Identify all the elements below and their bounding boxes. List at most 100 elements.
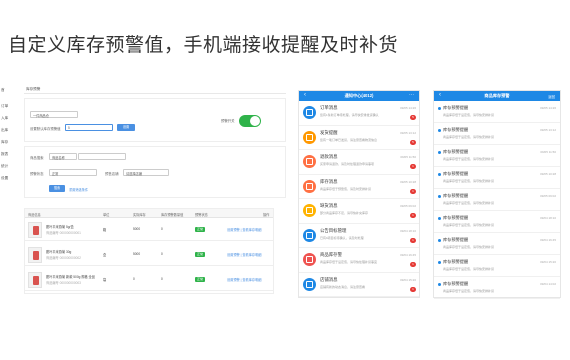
unit: 箱 [103,228,107,232]
message-time: 09/05 13:12 [400,130,416,135]
warning-item[interactable]: 库存预警提醒 商品库存低于设定值，请尽快安排补货 09/04 15:20 [434,255,560,277]
phone-notification-center: ‹ 通知中心(4012) ··· 订单消息 您有1条新订单待处理，请尽快安排发货确… [298,90,420,298]
message-title: 商品库存警 [320,252,342,257]
status-select[interactable]: 正常 [49,169,97,176]
message-item[interactable]: 公告目标管理 已有9项目标待确认，请及时处理 09/04 18:10 1 [299,224,419,248]
message-type-icon [303,130,316,144]
warning-item[interactable]: 库存预警提醒商品库存低于设定值，请尽快安排补货 09/04 16:45 [434,233,560,255]
table-row: 脱叶平米燕菊 新款 500g 规格 全品 商品编号 000000000003 袋… [25,269,273,291]
nav-item[interactable]: 库存 [1,140,8,145]
phone1-header: ‹ 通知中心(4012) ··· [299,91,419,101]
message-time: 09/04 16:45 [400,253,416,257]
nav-item[interactable]: 报表 [1,152,8,157]
nav-item[interactable]: 出库 [1,128,8,133]
warning-time: 09/05 10:28 [540,172,556,176]
message-item[interactable]: 缺货消息 部分商品库存不足，请尽快补充库存 09/05 09:02 1 [299,199,419,224]
product-name: 脱叶平米燕菊 5g/盒 [46,225,74,229]
message-type-icon [303,253,316,266]
message-time: 09/05 09:02 [400,204,416,208]
phone1-title: 通知中心(4012) [344,93,374,98]
th-ops: 操作 [263,213,270,217]
warning-title: 库存预警提醒 [443,171,469,176]
message-item[interactable]: 订单消息 您有1条新订单待处理，请尽快安排发货确认 09/05 14:26 5 [299,101,419,126]
warning-item[interactable]: 库存预警提醒 商品库存低于设定值，请尽快安排补货 09/05 13:12 [434,123,560,145]
warn-qty: 0 [161,277,163,281]
nav-item[interactable]: 入库 [1,116,8,121]
confirm-button[interactable]: 设置 [117,124,135,131]
warn-toggle[interactable] [239,115,261,127]
warning-title: 库存预警提醒 [443,215,469,220]
message-title: 缺货消息 [320,203,338,208]
more-icon[interactable]: ··· [409,92,414,98]
message-item[interactable]: 退款消息 买家申请退款，请及时处理退款申请事项 09/05 11:50 1 [299,150,419,175]
product-code: 商品编号 000000000002 [46,256,81,260]
warn-qty: 0 [161,252,163,256]
th-status: 预警状态 [195,213,208,217]
phone-stock-warning: ‹ 商品库存预警 返回 库存预警提醒 商品库存低于设定值，请尽快安排补货 09/05… [433,90,561,299]
filter-card: 商品搜索 商品名称 预警状态 正常 预售店铺 请选择店铺 搜索 重置筛选条件 [24,146,286,198]
warning-text: 商品库存低于设定值，请尽快安排补货 [443,245,495,249]
scope-select[interactable]: 一件商品仓 [30,111,78,118]
message-item[interactable]: 店铺消息 店铺有新的动态消息，请注意查看 09/04 15:20 1 [299,273,419,297]
warning-item[interactable]: 库存预警提醒商品库存低于设定值，请尽快安排补货 09/04 18:10 [434,211,560,233]
message-time: 09/05 11:50 [400,155,416,159]
row-actions[interactable]: 设置预警 | 查看库存明细 [227,277,261,282]
header-action[interactable]: 返回 [548,94,555,99]
message-title: 公告目标管理 [320,227,347,233]
nav-item[interactable]: 设置 [1,176,8,181]
unread-dot-icon [438,195,441,198]
unread-badge: 1 [410,262,416,267]
message-type-icon [303,155,316,168]
unread-dot-icon [438,151,441,154]
stock-table: 商品信息 单位 实际库存 库存预警数量值 预警状态 操作 脱叶平米燕菊 5g/盒… [24,208,274,294]
keyword-label: 商品搜索 [30,156,44,160]
message-type-icon [303,204,316,217]
warning-title: 库存预警提醒 [443,237,469,242]
message-preview: 商品库存低于设定值，请尽快处理补货事宜 [320,260,378,264]
nav-item[interactable]: 订单 [1,104,8,109]
warn-value-label: 设置默认库存预警值 [30,127,61,131]
warning-item[interactable]: 库存预警提醒 商品库存低于设定值，请尽快安排补货 09/05 11:50 [434,145,560,167]
warning-item[interactable]: 库存预警提醒 商品库存低于设定值，请尽快安排补货 09/05 10:28 [434,167,560,189]
row-actions[interactable]: 设置预警 | 查看库存明细 [227,252,261,257]
desktop-panel: 首 订单 入库 出库 库存 报表 统计 设置 库存预警 一件商品仓 设置默认库存… [0,84,290,334]
product-thumb [28,272,42,288]
nav-item[interactable]: 首 [1,88,5,93]
message-item[interactable]: 库存消息 商品库存低于预警值，请及时安排补货 09/05 10:28 1 [299,175,419,199]
message-item[interactable]: 发货提醒 您有一笔订单已发货，请注意查看物流信息 09/05 13:12 5 [299,126,419,150]
unread-badge: 1 [410,188,416,194]
store-label: 预售店铺 [105,172,119,176]
nav-item[interactable]: 统计 [1,164,8,169]
unit: 盒 [103,253,107,257]
message-type-icon [303,228,316,242]
warning-time: 09/04 18:10 [540,216,556,220]
warning-title: 库存预警提醒 [443,105,469,110]
table-header: 商品信息 单位 实际库存 库存预警数量值 预警状态 操作 [25,209,273,218]
th-warn: 库存预警数量值 [161,213,184,217]
warning-text: 商品库存低于设定值，请尽快安排补货 [443,223,495,227]
status-badge: 正常 [195,277,206,282]
row-actions[interactable]: 设置预警 | 查看库存明细 [227,227,261,232]
status-badge: 正常 [195,252,206,257]
warning-item[interactable]: 库存预警提醒 商品库存低于设定值，请尽快安排补货 09/05 14:26 [434,101,560,123]
keyword-select[interactable]: 商品名称 [49,153,77,160]
search-button[interactable]: 搜索 [49,185,65,192]
product-thumb [28,222,42,238]
headline: 自定义库存预警值，手机端接收提醒及时补货 [8,34,399,56]
keyword-input[interactable] [78,153,126,160]
message-item[interactable]: 商品库存警商品库存低于设定值，请尽快处理补货事宜 09/04 16:45 1 [299,248,419,273]
unread-dot-icon [438,261,441,264]
warning-text: 商品库存低于设定值，请尽快安排补货 [443,201,495,205]
status-badge: 正常 [195,227,206,232]
product-name: 脱叶平米燕菊 30g [46,250,72,254]
warning-item[interactable]: 库存预警提醒 商品库存低于设定值，请尽快安排补货 09/04 14:02 [434,277,560,299]
status-label: 预警状态 [30,172,44,176]
product-code: 商品编号 000000000003 [46,281,81,285]
phone2-header: ‹ 商品库存预警 返回 [434,91,560,101]
warn-value-input[interactable]: 5 [65,124,113,131]
reset-link[interactable]: 重置筛选条件 [69,187,88,192]
warning-time: 09/04 16:45 [540,238,556,242]
store-select[interactable]: 请选择店铺 [123,169,169,176]
message-title: 退款消息 [320,154,338,159]
warning-item[interactable]: 库存预警提醒 商品库存低于设定值，请尽快安排补货 09/05 09:02 [434,189,560,211]
